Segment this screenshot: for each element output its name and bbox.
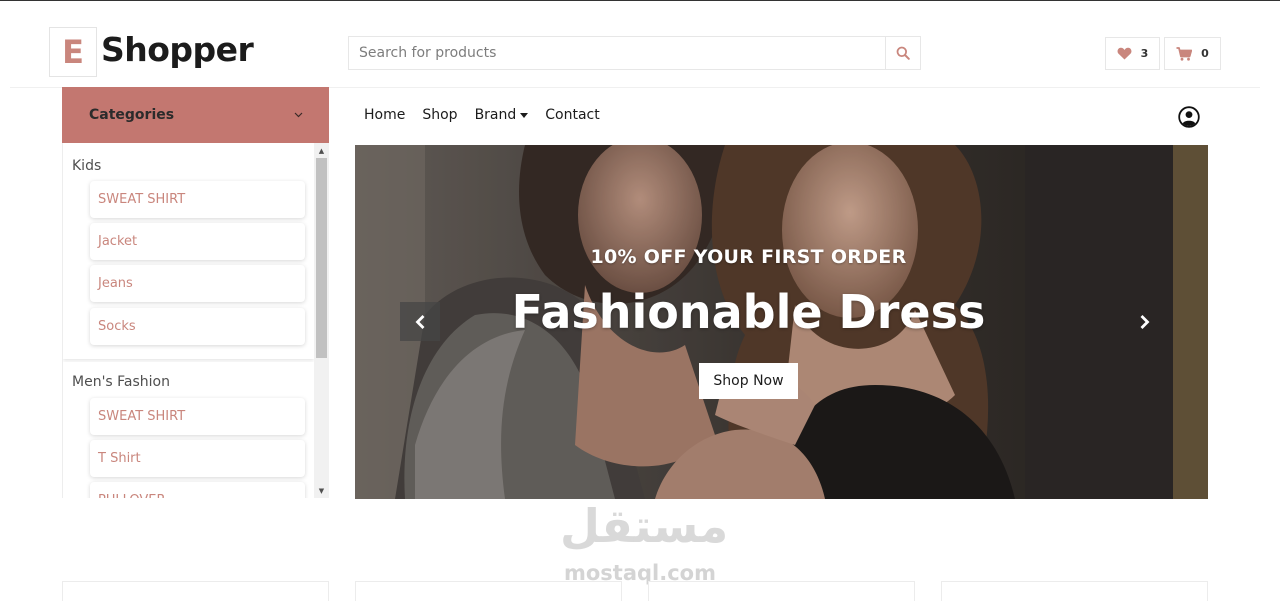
- user-account-icon[interactable]: [1178, 106, 1200, 128]
- category-item[interactable]: PULLOVER: [90, 482, 305, 498]
- cart-button[interactable]: 0: [1164, 37, 1221, 70]
- nav-shop[interactable]: Shop: [422, 107, 457, 123]
- caret-down-icon: [520, 112, 529, 118]
- feature-card: [648, 581, 915, 601]
- category-item[interactable]: Socks: [90, 308, 305, 345]
- cart-icon: [1176, 46, 1193, 61]
- logo-letter: E: [62, 33, 84, 71]
- search-icon: [896, 46, 910, 60]
- category-item[interactable]: SWEAT SHIRT: [90, 181, 305, 218]
- wishlist-button[interactable]: 3: [1105, 37, 1160, 70]
- category-item[interactable]: Jacket: [90, 223, 305, 260]
- category-item[interactable]: Jeans: [90, 265, 305, 302]
- search-button[interactable]: [885, 37, 920, 69]
- categories-toggle[interactable]: Categories: [62, 87, 329, 143]
- categories-panel: Kids SWEAT SHIRT Jacket Jeans Socks Men'…: [62, 143, 329, 498]
- logo-mark[interactable]: E: [49, 27, 97, 77]
- scroll-thumb[interactable]: [316, 158, 327, 358]
- nav-contact[interactable]: Contact: [545, 107, 599, 123]
- hero-title: Fashionable Dress: [511, 285, 986, 339]
- shop-now-button[interactable]: Shop Now: [699, 363, 798, 399]
- scroll-up-arrow[interactable]: ▲: [314, 143, 329, 158]
- categories-label: Categories: [89, 107, 175, 123]
- nav-home[interactable]: Home: [364, 107, 405, 123]
- search-input[interactable]: [349, 37, 885, 69]
- feature-card: [941, 581, 1208, 601]
- category-item[interactable]: T Shirt: [90, 440, 305, 477]
- feature-card: [355, 581, 622, 601]
- feature-card: [62, 581, 329, 601]
- category-group-kids: Kids SWEAT SHIRT Jacket Jeans Socks: [63, 143, 314, 359]
- main-nav: Home Shop Brand Contact: [364, 107, 600, 123]
- category-group-title: Kids: [72, 158, 102, 174]
- top-border: [0, 0, 1280, 1]
- sidebar-scrollbar[interactable]: ▲ ▼: [314, 143, 329, 498]
- heart-icon: [1117, 47, 1132, 60]
- chevron-down-icon: [294, 112, 303, 118]
- category-group-title: Men's Fashion: [72, 374, 170, 390]
- search-bar: [348, 36, 921, 70]
- category-group-mens: Men's Fashion SWEAT SHIRT T Shirt PULLOV…: [63, 362, 314, 498]
- watermark-arabic: مستقل: [560, 499, 729, 553]
- wishlist-count: 3: [1140, 47, 1149, 60]
- nav-brand-label: Brand: [474, 107, 517, 123]
- hero-subtitle: 10% OFF YOUR FIRST ORDER: [590, 246, 907, 268]
- hero-carousel: 10% OFF YOUR FIRST ORDER Fashionable Dre…: [355, 145, 1208, 499]
- nav-brand-dropdown[interactable]: Brand: [475, 107, 529, 123]
- category-item[interactable]: SWEAT SHIRT: [90, 398, 305, 435]
- cart-count: 0: [1201, 47, 1209, 60]
- scroll-down-arrow[interactable]: ▼: [314, 483, 329, 498]
- logo-text[interactable]: Shopper: [101, 30, 254, 69]
